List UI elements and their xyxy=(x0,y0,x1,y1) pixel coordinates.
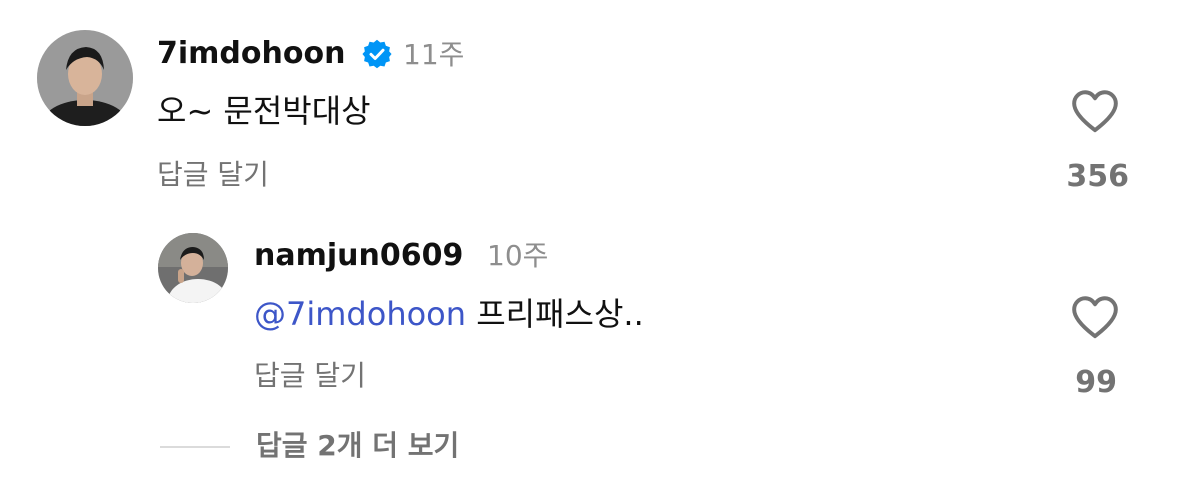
avatar-namjun0609[interactable] xyxy=(158,233,228,303)
comment-username[interactable]: 7imdohoon xyxy=(157,34,345,74)
reply-username[interactable]: namjun0609 xyxy=(254,236,463,276)
mention-link[interactable]: @7imdohoon xyxy=(254,295,466,333)
comment-like-count: 356 xyxy=(1066,159,1129,194)
reply-reply-button[interactable]: 답글 달기 xyxy=(254,357,366,395)
profile-photo xyxy=(158,233,228,303)
heart-icon xyxy=(1072,90,1118,133)
comment-text: 오~ 문전박대상 xyxy=(157,92,371,130)
view-more-divider xyxy=(160,446,230,448)
view-more-replies-button[interactable]: 답글 2개 더 보기 xyxy=(256,427,459,465)
avatar-7imdohoon[interactable] xyxy=(37,30,133,126)
comment-reply-button[interactable]: 답글 달기 xyxy=(157,156,269,194)
profile-photo xyxy=(37,30,133,126)
reply-timestamp: 10주 xyxy=(487,239,549,272)
comment-like-button[interactable] xyxy=(1070,88,1120,134)
verified-badge-icon xyxy=(362,39,392,69)
reply-text-body: 프리패스상.. xyxy=(466,295,644,333)
reply-like-button[interactable] xyxy=(1070,294,1120,340)
comment-timestamp: 11주 xyxy=(403,38,465,71)
heart-icon xyxy=(1072,296,1118,339)
reply-like-count: 99 xyxy=(1075,365,1117,400)
reply-text: @7imdohoon 프리패스상.. xyxy=(254,293,644,335)
